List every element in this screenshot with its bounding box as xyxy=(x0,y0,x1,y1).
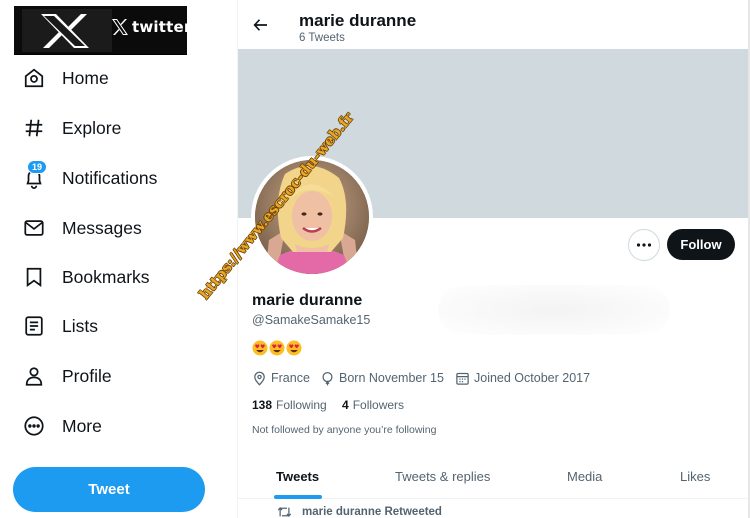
list-icon xyxy=(22,314,46,338)
location-text: France xyxy=(271,371,310,385)
following-count: 138 xyxy=(252,398,273,412)
followers-count: 4 xyxy=(342,398,349,412)
not-followed-note: Not followed by anyone you’re following xyxy=(252,424,437,436)
balloon-icon xyxy=(322,371,333,385)
location-pin-icon xyxy=(254,371,265,386)
sidebar-item-profile[interactable]: Profile xyxy=(22,356,112,396)
profile-more-button[interactable] xyxy=(628,229,660,261)
sidebar-item-label: Notifications xyxy=(62,167,158,188)
sidebar-item-bookmarks[interactable]: Bookmarks xyxy=(22,257,150,297)
sidebar-item-home[interactable]: Home xyxy=(22,58,109,98)
person-icon xyxy=(22,364,46,388)
header-profile-name: marie duranne xyxy=(299,11,417,30)
sidebar-item-label: Lists xyxy=(62,315,98,336)
bell-icon: 19 xyxy=(22,160,48,190)
sidebar-item-lists[interactable]: Lists xyxy=(22,306,98,346)
active-tab-indicator xyxy=(274,495,322,499)
profile-joined: Joined October 2017 xyxy=(455,369,590,387)
back-button[interactable] xyxy=(249,13,273,37)
following-link[interactable]: 138 Following xyxy=(252,398,327,412)
x-logo-icon xyxy=(22,9,112,52)
twitter-x-logo-banner: twitter xyxy=(14,6,191,55)
tab-media[interactable]: Media xyxy=(567,469,602,484)
sidebar-item-label: Home xyxy=(62,67,109,88)
sidebar-item-explore[interactable]: Explore xyxy=(22,108,121,148)
following-label: Following xyxy=(276,398,327,412)
more-circle-icon xyxy=(22,414,46,438)
sidebar-item-label: Bookmarks xyxy=(62,266,150,287)
joined-text: Joined October 2017 xyxy=(474,371,591,385)
follow-button[interactable]: Follow xyxy=(667,229,735,260)
profile-name: marie duranne xyxy=(252,292,363,309)
heart-eyes-emoji xyxy=(269,340,285,356)
bookmark-icon xyxy=(22,265,46,289)
sidebar-item-more[interactable]: More xyxy=(22,406,102,446)
profile-location: France xyxy=(252,369,310,387)
tab-tweets[interactable]: Tweets xyxy=(276,469,319,484)
sidebar-item-messages[interactable]: Messages xyxy=(22,208,142,248)
twitter-wordmark: twitter xyxy=(111,18,191,36)
tab-tweets-replies[interactable]: Tweets & replies xyxy=(395,469,490,484)
arrow-left-icon xyxy=(253,19,267,31)
birthday-text: Born November 15 xyxy=(339,371,444,385)
sidebar-item-notifications[interactable]: 19 Notifications xyxy=(22,158,157,198)
notification-badge: 19 xyxy=(27,160,48,174)
sidebar-item-label: More xyxy=(62,415,102,436)
profile-birthday: Born November 15 xyxy=(320,369,444,387)
sidebar-item-label: Profile xyxy=(62,365,112,386)
profile-handle: @SamakeSamake15 xyxy=(252,313,371,327)
retweet-note-row: marie duranne Retweeted xyxy=(277,506,442,518)
heart-eyes-emoji xyxy=(252,340,268,356)
hashtag-icon xyxy=(22,116,46,140)
brand-word: twitter xyxy=(132,18,192,36)
profile-tabs: Tweets Tweets & replies Media Likes xyxy=(238,455,748,499)
ellipsis-icon xyxy=(636,243,652,247)
followers-label: Followers xyxy=(352,398,405,412)
retweet-note: marie duranne Retweeted xyxy=(302,506,442,518)
home-icon xyxy=(22,66,46,90)
sidebar-item-label: Explore xyxy=(62,117,122,138)
retweet-icon xyxy=(277,506,292,518)
envelope-icon xyxy=(22,216,46,240)
header-tweet-count: 6 Tweets xyxy=(299,32,345,44)
tweet-button[interactable]: Tweet xyxy=(13,467,205,512)
followers-link[interactable]: 4 Followers xyxy=(342,398,404,412)
calendar-icon xyxy=(456,372,469,385)
tab-likes[interactable]: Likes xyxy=(680,469,710,484)
sidebar-item-label: Messages xyxy=(62,217,142,238)
blurred-region xyxy=(438,285,670,335)
small-x-icon xyxy=(112,19,128,35)
heart-eyes-emoji xyxy=(286,340,302,356)
profile-bio xyxy=(252,340,302,356)
